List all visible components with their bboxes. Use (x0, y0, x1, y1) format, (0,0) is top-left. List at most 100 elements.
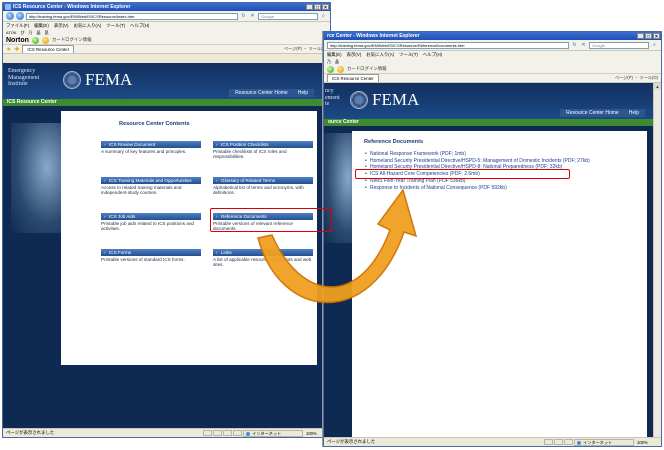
back-button[interactable]: ‹ (6, 12, 14, 20)
training-materials-desc: Access to related training materials and… (101, 185, 182, 196)
job-aids-button[interactable]: ICS Job Aids (101, 213, 201, 220)
status-text: ページが表示されました (327, 439, 376, 444)
stop-icon[interactable]: ✕ (580, 42, 587, 49)
links-desc: A list of applicable resource documents … (213, 257, 312, 268)
menu-edit[interactable]: 編集(E) (327, 51, 342, 58)
browser-window-reference: rce Center - Windows Internet Explorer _… (323, 31, 662, 447)
reference-heading: Reference Documents (364, 139, 424, 145)
nav-help[interactable]: Help (629, 110, 639, 116)
status-cell (203, 430, 212, 436)
links-button[interactable]: Links (213, 249, 313, 256)
norton-status-icon[interactable] (31, 36, 39, 44)
menu-view[interactable]: 表示(V) (54, 22, 69, 29)
card-login-icon[interactable] (337, 65, 344, 73)
entry-position-checklists: ICS Position Checklists Printable checkl… (213, 141, 313, 159)
header-nav: Resource Center Home Help (560, 109, 645, 117)
highlight-reference-documents (210, 208, 332, 232)
entry-review-document: ICS Review Document A summary of key fea… (101, 141, 201, 154)
refresh-icon[interactable]: ↻ (571, 42, 578, 49)
ics-forms-button[interactable]: ICS Forms (101, 249, 201, 256)
glossary-desc: Alphabetical list of terms and acronyms,… (213, 185, 304, 196)
atok-item[interactable]: 晶 (335, 58, 339, 65)
glossary-button[interactable]: Glossary of Related Terms (213, 177, 313, 184)
menu-view[interactable]: 表示(V) (347, 51, 362, 58)
close-button[interactable]: × (322, 4, 329, 11)
search-icon[interactable]: ⌕ (651, 42, 658, 49)
menu-favorites[interactable]: お気に入り(A) (73, 22, 101, 29)
review-document-button[interactable]: ICS Review Document (101, 141, 201, 148)
nav-resource-center-home[interactable]: Resource Center Home (235, 90, 288, 96)
favorites-star-icon[interactable]: ★ (6, 46, 11, 53)
norton-logo: Norton (6, 36, 29, 44)
search-input[interactable]: Google (589, 41, 649, 49)
atok-item[interactable]: 晶 (37, 29, 41, 36)
refresh-icon[interactable]: ↻ (240, 13, 247, 20)
atok-bar: 乃 晶 (324, 58, 661, 65)
search-icon[interactable]: ⌕ (320, 13, 327, 20)
page-content: Emergency Management Institute FEMA Reso… (3, 63, 322, 428)
card-login-label[interactable]: カードログイン情報 (347, 66, 387, 72)
fema-logo: FEMA (85, 70, 133, 89)
nav-resource-center-home[interactable]: Resource Center Home (566, 110, 619, 116)
nav-help[interactable]: Help (298, 90, 308, 96)
status-cell (213, 430, 222, 436)
fema-logo: FEMA (372, 90, 420, 109)
position-checklists-desc: Printable checklists of ICS roles and re… (213, 149, 287, 160)
url-input[interactable]: http://training.fema.gov/EMIWeb/IS/ICSRe… (327, 41, 569, 49)
atok-item[interactable]: ぴ (21, 29, 25, 36)
minimize-button[interactable]: _ (306, 4, 313, 11)
status-cell (564, 439, 573, 445)
position-checklists-button[interactable]: ICS Position Checklists (213, 141, 313, 148)
tab-ics-resource-center[interactable]: ICS Resource Center (22, 45, 75, 53)
menu-file[interactable]: ファイル(F) (6, 22, 29, 29)
institute-line: Institute (8, 81, 28, 87)
section-bar: ICS Resource Center (3, 99, 322, 106)
entry-ics-forms: ICS Forms Printable versions of standard… (101, 249, 201, 262)
dhs-seal-icon (350, 91, 368, 109)
vertical-scrollbar[interactable]: ▲ (653, 83, 661, 437)
url-input[interactable]: http://training.fema.gov/EMIWeb/IS/ICSRe… (26, 12, 238, 20)
address-bar: ‹ › http://training.fema.gov/EMIWeb/IS/I… (3, 11, 330, 22)
entry-links: Links A list of applicable resource docu… (213, 249, 313, 267)
ics-forms-desc: Printable versions of standard ICS forms… (101, 257, 185, 262)
norton-status-icon[interactable] (327, 65, 334, 73)
scroll-up-icon[interactable]: ▲ (654, 83, 661, 90)
maximize-button[interactable]: □ (645, 33, 652, 40)
atok-label: ATOK (6, 30, 17, 35)
status-cells: インターネット 100% (203, 429, 328, 437)
institute-name: Emergency Management Institute (8, 68, 39, 88)
training-materials-button[interactable]: ICS Training Materials and Opportunities (101, 177, 201, 184)
minimize-button[interactable]: _ (637, 33, 644, 40)
search-input[interactable]: Google (258, 12, 318, 20)
command-bar[interactable]: ページ(P) ・ ツール(O) (615, 75, 658, 81)
menu-bar: ファイル(F) 編集(E) 表示(V) お気に入り(A) ツール(T) ヘルプ(… (3, 22, 330, 29)
reference-link[interactable]: National Response Framework (PDF; 1mb) (364, 151, 644, 157)
menu-favorites[interactable]: お気に入り(A) (366, 51, 394, 58)
menu-help[interactable]: ヘルプ(H) (130, 22, 149, 29)
contents-panel: Resource Center Contents ICS Review Docu… (61, 111, 317, 365)
menu-tools[interactable]: ツール(T) (399, 51, 418, 58)
atok-item[interactable]: 乃 (327, 58, 331, 65)
menu-help[interactable]: ヘルプ(H) (423, 51, 442, 58)
card-login-icon[interactable] (41, 36, 49, 44)
internet-zone: インターネット (574, 438, 634, 446)
tab-bar: ICS Resource Center ページ(P) ・ ツール(O) (324, 74, 661, 83)
zoom-level[interactable]: 100% (635, 440, 659, 445)
menu-edit[interactable]: 編集(E) (34, 22, 49, 29)
status-cell (544, 439, 553, 445)
forward-button[interactable]: › (16, 12, 24, 20)
atok-item[interactable]: 昆 (45, 29, 49, 36)
command-bar[interactable]: ページ(P) ・ ツール(O) (284, 46, 327, 52)
atok-item[interactable]: 乃 (29, 29, 33, 36)
maximize-button[interactable]: □ (314, 4, 321, 11)
tab-ics-resource-center[interactable]: ICS Resource Center (327, 74, 379, 82)
menu-tools[interactable]: ツール(T) (106, 22, 125, 29)
reference-link[interactable]: Response to Incidents of National Conseq… (364, 185, 644, 191)
reference-content: Reference Documents National Response Fr… (364, 139, 644, 191)
close-button[interactable]: × (653, 33, 660, 40)
card-login-label[interactable]: カードログイン情報 (52, 37, 92, 43)
norton-toolbar: Norton カードログイン情報 (3, 36, 330, 45)
add-favorite-icon[interactable]: ✚ (14, 46, 19, 53)
reference-link[interactable]: Homeland Security Presidential Directive… (364, 158, 644, 164)
stop-icon[interactable]: ✕ (249, 13, 256, 20)
